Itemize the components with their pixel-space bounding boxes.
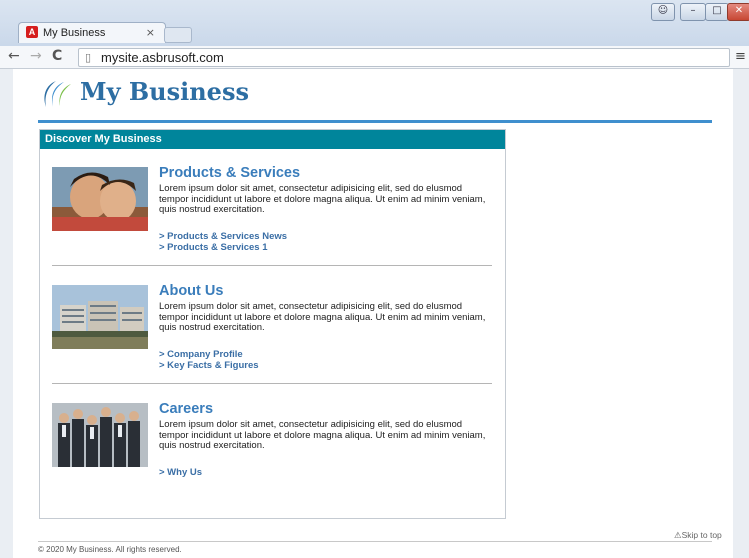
browser-titlebar: A My Business × ☺ – □ ✕ (0, 0, 749, 46)
maximize-icon: □ (712, 5, 722, 16)
tab-title: My Business (43, 27, 106, 39)
browser-tab[interactable]: A My Business × (18, 22, 166, 43)
reload-icon[interactable]: C (52, 48, 62, 64)
about-us-photo (52, 285, 148, 349)
minimize-button[interactable]: – (680, 3, 706, 21)
about-us-description: Lorem ipsum dolor sit amet, consectetur … (159, 301, 486, 333)
company-profile-link[interactable]: > Company Profile (159, 349, 259, 360)
close-tab-icon[interactable]: × (146, 26, 155, 39)
header-divider (38, 120, 712, 123)
page-viewport: My Business Discover My Business Product… (0, 69, 749, 558)
page-icon: ▯ (85, 51, 92, 64)
careers-links: > Why Us (159, 467, 202, 478)
user-icon: ☺ (657, 5, 669, 16)
products-services-links: > Products & Services News > Products & … (159, 231, 287, 253)
why-us-link[interactable]: > Why Us (159, 467, 202, 478)
favicon-icon: A (26, 26, 38, 38)
footer-divider (38, 541, 712, 542)
products-services-1-link[interactable]: > Products & Services 1 (159, 242, 287, 253)
menu-icon[interactable]: ≡ (735, 49, 746, 64)
url-text[interactable]: mysite.asbrusoft.com (101, 50, 224, 65)
careers-photo (52, 403, 148, 467)
address-bar[interactable]: ▯ mysite.asbrusoft.com (78, 48, 730, 67)
about-us-heading[interactable]: About Us (159, 283, 223, 299)
close-window-button[interactable]: ✕ (727, 3, 749, 21)
close-icon: ✕ (734, 5, 744, 16)
key-facts-figures-link[interactable]: > Key Facts & Figures (159, 360, 259, 371)
minimize-icon: – (690, 5, 696, 16)
browser-toolbar: ← → C ▯ mysite.asbrusoft.com ≡ (0, 46, 749, 69)
forward-arrow-icon[interactable]: → (30, 48, 42, 64)
discover-panel: Discover My Business Products & Services (39, 129, 506, 519)
item-divider (52, 383, 492, 384)
products-services-news-link[interactable]: > Products & Services News (159, 231, 287, 242)
site-title[interactable]: My Business (80, 77, 249, 106)
back-arrow-icon[interactable]: ← (8, 48, 20, 64)
products-services-description: Lorem ipsum dolor sit amet, consectetur … (159, 183, 486, 215)
products-services-photo (52, 167, 148, 231)
products-services-heading[interactable]: Products & Services (159, 165, 300, 181)
panel-heading: Discover My Business (40, 130, 505, 149)
maximize-button[interactable]: □ (705, 3, 729, 21)
up-triangle-icon: ⚠ (674, 530, 682, 540)
skip-to-top-label: Skip to top (681, 530, 722, 540)
footer-copyright: © 2020 My Business. All rights reserved. (38, 545, 182, 554)
careers-heading[interactable]: Careers (159, 401, 213, 417)
user-profile-button[interactable]: ☺ (651, 3, 675, 21)
skip-to-top-link[interactable]: ⚠Skip to top (674, 530, 722, 541)
logo-icon (44, 81, 71, 107)
new-tab-button[interactable] (164, 27, 192, 43)
careers-description: Lorem ipsum dolor sit amet, consectetur … (159, 419, 486, 451)
item-divider (52, 265, 492, 266)
page-content: My Business Discover My Business Product… (24, 69, 725, 558)
about-us-links: > Company Profile > Key Facts & Figures (159, 349, 259, 371)
